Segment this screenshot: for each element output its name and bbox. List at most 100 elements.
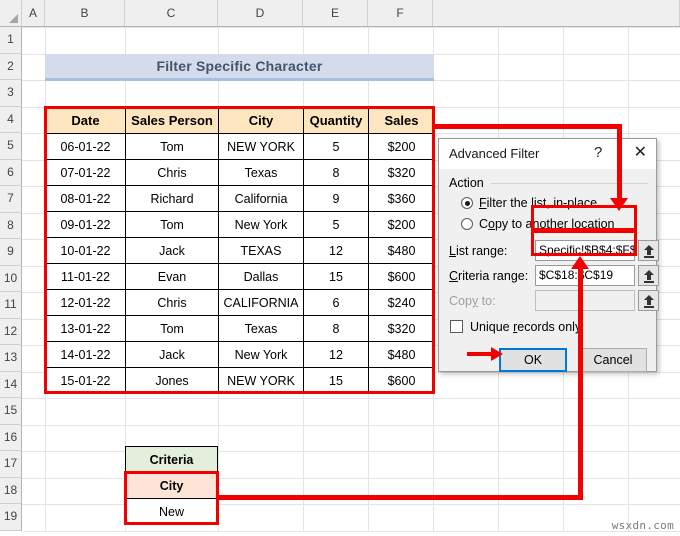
column-header-d[interactable]: D (218, 0, 303, 26)
table-row: 15-01-22 Jones NEW YORK 15 $600 (45, 367, 435, 394)
table-cell-r8-c4: $480 (368, 341, 435, 368)
table-row: 09-01-22 Tom New York 5 $200 (45, 211, 435, 238)
row-header-11[interactable]: 11 (0, 292, 22, 319)
action-group-divider (491, 183, 648, 184)
table-cell-r3-c0: 09-01-22 (45, 211, 126, 238)
table-cell-r5-c1: Evan (125, 263, 219, 290)
row-header-3[interactable]: 3 (0, 80, 22, 107)
table-row: 10-01-22 Jack TEXAS 12 $480 (45, 237, 435, 264)
copy-to-input[interactable] (535, 290, 635, 311)
table-cell-r0-c2: NEW YORK (218, 133, 304, 160)
select-all-triangle (9, 14, 18, 23)
dialog-body: Action Filter the list, in-place Copy to… (439, 170, 659, 373)
page-title: Filter Specific Character (156, 58, 323, 74)
criteria-title-cell: Criteria (125, 446, 218, 473)
annotation-line-criteria-to-dialog-horizontal (216, 495, 582, 500)
radio-in-place-label: Filter the list, in-place (479, 196, 598, 210)
table-cell-r1-c3: 8 (303, 159, 369, 186)
column-header-c[interactable]: C (125, 0, 218, 26)
cancel-button[interactable]: Cancel (579, 348, 647, 372)
table-cell-r7-c2: Texas (218, 315, 304, 342)
row-header-16[interactable]: 16 (0, 424, 22, 451)
table-cell-r1-c1: Chris (125, 159, 219, 186)
checkbox-indicator[interactable] (450, 320, 463, 333)
table-cell-r7-c0: 13-01-22 (45, 315, 126, 342)
row-header-15[interactable]: 15 (0, 398, 22, 425)
row-header-6[interactable]: 6 (0, 159, 22, 186)
row-header-19[interactable]: 19 (0, 504, 22, 531)
row-header-10[interactable]: 10 (0, 265, 22, 292)
row-header-1[interactable]: 1 (0, 27, 22, 54)
table-cell-r2-c3: 9 (303, 185, 369, 212)
table-row: 11-01-22 Evan Dallas 15 $600 (45, 263, 435, 290)
table-row: 06-01-22 Tom NEW YORK 5 $200 (45, 133, 435, 160)
table-cell-r4-c1: Jack (125, 237, 219, 264)
table-cell-r8-c0: 14-01-22 (45, 341, 126, 368)
unique-records-only-label: Unique records only (470, 320, 582, 334)
table-cell-r4-c2: TEXAS (218, 237, 304, 264)
column-header-b[interactable]: B (45, 0, 125, 26)
cancel-button-label: Cancel (593, 353, 633, 367)
row-header-8[interactable]: 8 (0, 212, 22, 239)
radio-copy-label: Copy to another location (479, 217, 615, 231)
table-cell-r3-c3: 5 (303, 211, 369, 238)
table-cell-r3-c1: Tom (125, 211, 219, 238)
unique-records-only-checkbox[interactable]: Unique records only (450, 320, 581, 334)
column-header-e[interactable]: E (303, 0, 368, 26)
close-icon[interactable]: ✕ (634, 144, 647, 162)
spreadsheet-canvas: ABCDEF 1 2 3 4 5 6 7 8 9 10 11 12 13 14 15 16 17 18 19 Fil… (0, 0, 680, 536)
table-cell-r2-c2: California (218, 185, 304, 212)
radio-filter-in-place[interactable]: Filter the list, in-place (461, 196, 597, 210)
radio-copy-to-another-location[interactable]: Copy to another location (461, 217, 615, 231)
table-header-cell-1: Sales Person (125, 107, 219, 134)
criteria-range-input[interactable]: $C$18:$C$19 (535, 265, 635, 286)
list-range-input[interactable]: Specific!$B$4:$F$14 (535, 240, 635, 261)
row-header-5[interactable]: 5 (0, 133, 22, 160)
table-cell-r0-c3: 5 (303, 133, 369, 160)
row-header-12[interactable]: 12 (0, 318, 22, 345)
help-icon[interactable]: ? (594, 144, 602, 161)
radio-in-place-indicator[interactable] (461, 197, 473, 209)
table-cell-r9-c4: $600 (368, 367, 435, 394)
table-cell-r6-c2: CALIFORNIA (218, 289, 304, 316)
copy-to-picker-button[interactable] (638, 290, 659, 311)
table-cell-r5-c0: 11-01-22 (45, 263, 126, 290)
collapse-dialog-icon-base (644, 256, 654, 258)
table-row: 07-01-22 Chris Texas 8 $320 (45, 159, 435, 186)
table-cell-r8-c1: Jack (125, 341, 219, 368)
column-header-a[interactable]: A (22, 0, 45, 26)
table-cell-r2-c4: $360 (368, 185, 435, 212)
row-header-18[interactable]: 18 (0, 477, 22, 504)
list-range-value: Specific!$B$4:$F$14 (539, 243, 634, 257)
radio-copy-indicator[interactable] (461, 218, 473, 230)
table-cell-r3-c2: New York (218, 211, 304, 238)
watermark: wsxdn.com (611, 519, 674, 532)
ok-button-label: OK (523, 353, 543, 367)
row-header-7[interactable]: 7 (0, 186, 22, 213)
ok-button[interactable]: OK (499, 348, 567, 372)
table-cell-r1-c4: $320 (368, 159, 435, 186)
table-cell-r8-c3: 12 (303, 341, 369, 368)
table-cell-r8-c2: New York (218, 341, 304, 368)
table-header-cell-3: Quantity (303, 107, 369, 134)
criteria-value-cell: New (125, 498, 218, 525)
row-header-9[interactable]: 9 (0, 239, 22, 266)
advanced-filter-dialog[interactable]: Advanced Filter ? ✕ Action Filter the li… (438, 138, 659, 373)
row-header-13[interactable]: 13 (0, 345, 22, 372)
dialog-title-bar: Advanced Filter ? ✕ (439, 139, 656, 170)
collapse-dialog-icon-base (644, 306, 654, 308)
row-header-4[interactable]: 4 (0, 106, 22, 133)
criteria-range-value: $C$18:$C$19 (539, 268, 614, 282)
row-header-14[interactable]: 14 (0, 371, 22, 398)
row-header-2[interactable]: 2 (0, 53, 22, 80)
select-all-corner[interactable] (0, 0, 22, 26)
list-range-picker-button[interactable] (638, 240, 659, 261)
criteria-range-picker-button[interactable] (638, 265, 659, 286)
row-header-17[interactable]: 17 (0, 451, 22, 478)
table-row: 08-01-22 Richard California 9 $360 (45, 185, 435, 212)
table-cell-r0-c0: 06-01-22 (45, 133, 126, 160)
table-cell-r9-c0: 15-01-22 (45, 367, 126, 394)
table-header-row: Date Sales Person City Quantity Sales (45, 107, 435, 134)
column-header-f[interactable]: F (368, 0, 433, 26)
annotation-line-table-to-list-range-horizontal (433, 124, 620, 129)
